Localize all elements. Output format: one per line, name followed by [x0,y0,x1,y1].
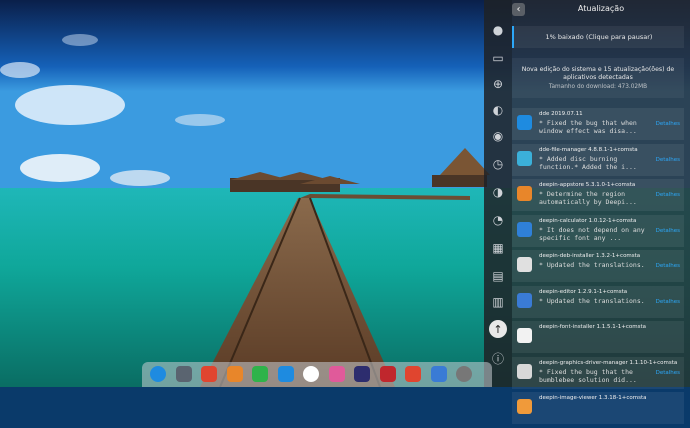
update-icon[interactable]: ↑ [489,320,507,338]
progress-text: 1% baixado (Clique para pausar) [545,33,653,41]
wps-presentation-icon[interactable] [405,366,421,382]
user-icon[interactable]: ● [488,20,508,40]
network-icon[interactable]: ⊕ [488,74,508,94]
update-item: deepin-graphics-driver-manager 1.1.10-1+… [512,356,684,389]
terminal-icon[interactable] [379,366,396,382]
download-progress[interactable]: 1% baixado (Clique para pausar) [512,26,684,48]
deb-installer-icon [517,257,532,272]
file-manager-icon [517,150,532,166]
download-size: Tamanho do download: 473.02MB [548,84,648,90]
update-item-description: * Fixed the bug that the bumblebee solut… [539,367,637,384]
image-viewer-icon [517,399,532,414]
update-summary: Nova edição do sistema e 15 atualização(… [512,58,684,98]
update-item: deepin-font-installer 1.1.5.1-1+comsta [512,321,684,353]
show-desktop-icon[interactable] [456,366,472,382]
update-item-description: * Added disc burning function.* Added th… [539,154,637,171]
page-title: Atualização [577,4,625,13]
chrome-icon[interactable] [303,366,319,382]
dock [142,362,492,387]
multitasking-icon[interactable] [175,366,192,382]
update-item: deepin-deb-installer 1.3.2-1+comsta * Upd… [512,250,684,282]
launcher-icon[interactable] [150,366,166,382]
font-installer-icon [517,328,532,343]
update-item-name: deepin-deb-installer 1.3.2-1+comsta [539,253,641,259]
control-center-nav: ● ▭ ⊕ ◐ ◉ ◷ ◑ ◔ ▦ ▤ ▥ ↑ ⓘ [484,0,512,387]
update-item: deepin-image-viewer 1.3.18-1+comsta [512,392,684,424]
time-icon[interactable]: ◷ [488,154,508,174]
details-link[interactable]: Detalhes [656,228,680,234]
deepin-movie-icon[interactable] [277,366,294,382]
mouse-icon[interactable]: ◔ [488,210,508,230]
update-item: deepin-calculator 1.0.12-1+comsta * It do… [512,214,684,247]
wps-writer-icon[interactable] [430,366,447,382]
update-item-name: deepin-font-installer 1.1.5.1-1+comsta [539,324,647,330]
calculator-icon [517,221,532,237]
details-link[interactable]: Detalhes [656,121,680,127]
control-center-panel: ● ▭ ⊕ ◐ ◉ ◷ ◑ ◔ ▦ ▤ ▥ ↑ ⓘ ‹ Atualização … [484,0,690,424]
update-item-name: deepin-calculator 1.0.12-1+comsta [539,217,637,224]
control-center-icon[interactable] [328,366,345,382]
update-summary-text: Nova edição do sistema e 15 atualização(… [521,66,675,81]
update-item-description: * It does not depend on any specific fon… [539,225,645,242]
update-item-name: deepin-image-viewer 1.3.18-1+comsta [539,395,647,401]
deepin-music-icon[interactable] [252,366,268,382]
screen-recorder-icon[interactable] [201,366,217,382]
personalization-icon[interactable]: ◐ [488,100,508,120]
update-item: deepin-editor 1.2.9.1-1+comsta * Updated … [512,285,684,318]
details-link[interactable]: Detalhes [656,192,680,198]
update-item-description: * Determine the region automatically by … [539,190,637,206]
display-icon[interactable]: ▭ [488,48,508,68]
update-item-name: deepin-editor 1.2.9.1-1+comsta [539,288,628,295]
details-link[interactable]: Detalhes [656,370,680,376]
update-list: dde 2019.07.11 * Fixed the bug that when … [512,108,684,428]
update-page: ‹ Atualização 1% baixado (Clique para pa… [512,0,690,424]
details-link[interactable]: Detalhes [656,299,680,305]
update-item-name: deepin-graphics-driver-manager 1.1.10-1+… [539,359,678,366]
sound-icon[interactable]: ◉ [488,126,508,146]
update-item: dde-file-manager 4.8.8.1-1+comsta * Added… [512,143,684,176]
update-item-description: * Updated the translations. [539,261,645,269]
details-link[interactable]: Detalhes [656,157,680,163]
update-item-description: * Updated the translations. [539,296,645,305]
update-item-name: dde-file-manager 4.8.8.1-1+comsta [539,146,638,153]
system-monitor-icon[interactable] [354,366,370,382]
update-item-description: * Fixed the bug that when window effect … [539,119,637,135]
appstore-icon [517,186,532,201]
deepin-logo-icon [517,115,532,130]
power-icon[interactable]: ◑ [488,182,508,202]
appstore-icon[interactable] [226,366,243,382]
update-item: deepin-appstore 5.3.1.0-1+comsta * Determ… [512,179,684,211]
editor-icon [517,292,532,308]
gpu-icon [517,363,532,379]
display-settings-icon[interactable]: ▤ [488,266,508,286]
update-item: dde 2019.07.11 * Fixed the bug that when … [512,108,684,140]
update-item-name: dde 2019.07.11 [539,111,583,117]
update-header: ‹ Atualização [512,0,690,20]
update-item-name: deepin-appstore 5.3.1.0-1+comsta [539,182,636,188]
keyboard-icon[interactable]: ▦ [488,238,508,258]
details-link[interactable]: Detalhes [656,263,680,269]
tablet-icon[interactable]: ▥ [488,292,508,312]
